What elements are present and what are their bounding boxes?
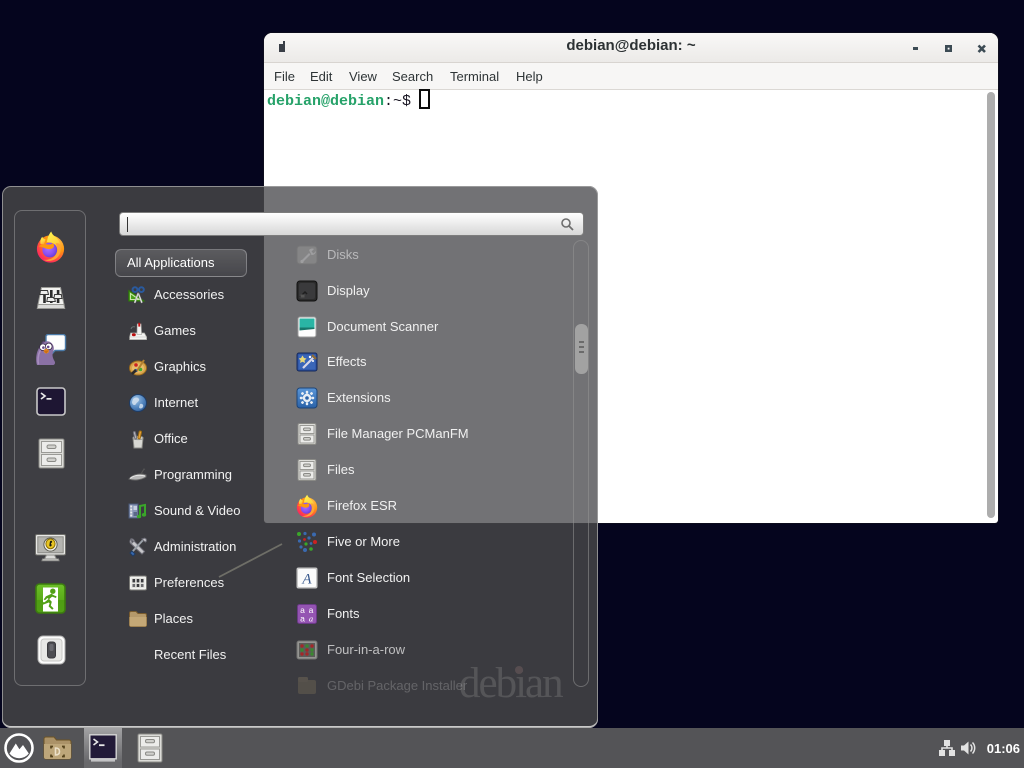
svg-text:A: A — [301, 572, 312, 588]
svg-text:a: a — [309, 614, 313, 624]
svg-text:a: a — [300, 614, 305, 624]
